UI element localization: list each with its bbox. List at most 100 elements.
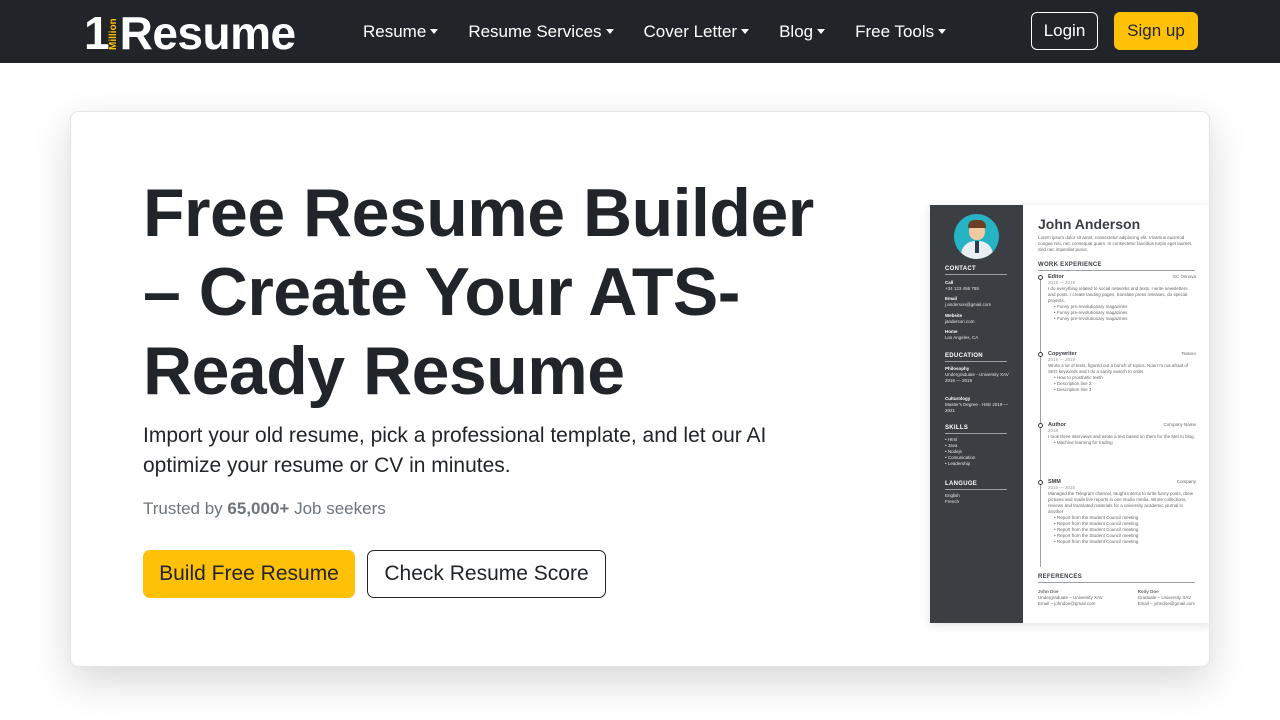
chevron-down-icon	[817, 29, 826, 34]
chevron-down-icon	[430, 29, 439, 34]
resume-job: Copywriter Textero 2019 — 2019 Wrote a l…	[1048, 351, 1196, 393]
skill: • Nodejs	[945, 449, 962, 454]
bullet: • Funny pre-revolutionary magazines	[1054, 310, 1128, 315]
hero-card: Free Resume Builder – Create Your ATS-Re…	[70, 111, 1210, 667]
ref-line: Graduate – University XAV	[1137, 595, 1192, 600]
job-bullets: • How to prosthetic teeth • Description …	[1048, 375, 1196, 393]
job-bullets: • Funny pre-revolutionary magazines • Fu…	[1048, 304, 1196, 322]
avatar-hair	[968, 220, 986, 228]
signup-button[interactable]: Sign up	[1114, 12, 1198, 50]
value: j.anderson@gmail.com	[945, 302, 992, 307]
job-company: Textero	[1181, 351, 1196, 356]
value: +34 123 456 789	[945, 286, 979, 291]
avatar	[954, 214, 999, 259]
ref-line: Undergraduate – University XAV	[1038, 595, 1103, 600]
chevron-down-icon	[605, 29, 614, 34]
bullet: • Report from the Student Council meetin…	[1054, 533, 1139, 538]
nav-item-resume-services[interactable]: Resume Services	[453, 22, 628, 42]
top-navbar: 1 Million Resume Resume Resume Services …	[0, 0, 1280, 63]
skill: • Comunication	[945, 455, 976, 460]
language: English	[945, 493, 960, 498]
value: janderson.com	[945, 319, 975, 324]
resume-skills-list: • Html • Java • Nodejs • Comunication • …	[945, 437, 1015, 467]
resume-intro: Lorem ipsum dolor sit amet, consectetur …	[1038, 235, 1193, 252]
ref-line: Email – johndoe@gmail.com	[1038, 601, 1096, 606]
resume-job: Editor GC Osnova 2019 — 2019 I do everyt…	[1048, 274, 1196, 322]
bullet: • Funny pre-revolutionary magazines	[1054, 316, 1128, 321]
brand-logo[interactable]: 1 Million Resume	[84, 6, 296, 56]
avatar-tie	[975, 241, 979, 253]
nav-item-label: Resume	[363, 21, 427, 41]
job-bullets: • Machine learning for trading	[1048, 440, 1196, 446]
nav-item-cover-letter[interactable]: Cover Letter	[629, 22, 765, 42]
resume-job: Author Company Name 2018 I took three in…	[1048, 422, 1196, 446]
brand-logo-one: 1	[84, 7, 110, 59]
nav-item-free-tools[interactable]: Free Tools	[840, 22, 961, 42]
resume-education-item: Culturology Master's Degree - HSE 2019 — …	[945, 396, 1015, 414]
nav-item-blog[interactable]: Blog	[764, 22, 840, 42]
divider	[945, 489, 1007, 490]
resume-language-heading: LANGUGE	[945, 481, 978, 487]
bullet: • Funny pre-revolutionary magazines	[1054, 304, 1128, 309]
language: French	[945, 499, 960, 504]
resume-language-list: English French	[945, 493, 1015, 505]
skill: • Html	[945, 437, 958, 442]
resume-preview-image: CONTACT Call +34 123 456 789 Email j.ander…	[930, 205, 1209, 623]
nav-item-label: Free Tools	[855, 21, 935, 41]
job-company: Company	[1176, 479, 1196, 484]
resume-education-heading: EDUCATION	[945, 353, 983, 359]
hero-title: Free Resume Builder – Create Your ATS-Re…	[143, 175, 814, 409]
chevron-down-icon	[741, 29, 750, 34]
resume-contact-email: Email j.anderson@gmail.com	[945, 296, 1015, 308]
label: Home	[945, 329, 958, 334]
divider	[1038, 582, 1195, 583]
check-resume-score-button[interactable]: Check Resume Score	[367, 550, 606, 598]
ref-name: John Doe	[1038, 589, 1059, 594]
trust-suffix: Job seekers	[289, 499, 386, 518]
divider	[945, 433, 1007, 434]
timeline-dot	[1038, 352, 1043, 357]
lines: Undergraduate - University XAV 2016 — 20…	[945, 372, 1009, 383]
trust-prefix: Trusted by	[143, 499, 228, 518]
label: Website	[945, 313, 963, 318]
resume-work-heading: WORK EXPERIENCE	[1038, 262, 1102, 268]
resume-contact-home: Home Los Angeles, CA	[945, 329, 1015, 341]
bullet: • Description line 2	[1054, 381, 1092, 386]
resume-main: John Anderson Lorem ipsum dolor sit amet…	[1038, 205, 1198, 623]
divider	[1038, 270, 1195, 271]
bullet: • Report from the Student Council meetin…	[1054, 539, 1139, 544]
timeline-dot	[1038, 480, 1043, 485]
resume-contact-heading: CONTACT	[945, 266, 976, 272]
timeline-dot	[1038, 275, 1043, 280]
resume-skills-heading: SKILLS	[945, 425, 969, 431]
resume-references: John Doe Undergraduate – University XAV Em…	[1038, 589, 1195, 607]
hero-subtitle: Import your old resume, pick a professio…	[143, 424, 767, 477]
timeline-dot	[1038, 423, 1043, 428]
brand-logo-name: Resume	[119, 7, 296, 59]
resume-sidebar: CONTACT Call +34 123 456 789 Email j.ander…	[930, 205, 1023, 623]
divider	[945, 361, 1007, 362]
nav-item-label: Resume Services	[468, 21, 602, 41]
job-bullets: • Report from the Student Council meetin…	[1048, 515, 1196, 545]
brand-logo-million: Million	[107, 18, 119, 50]
build-free-resume-button[interactable]: Build Free Resume	[143, 550, 355, 598]
timeline-line	[1040, 277, 1041, 567]
job-company: GC Osnova	[1172, 274, 1196, 279]
bullet: • Description line 3	[1054, 387, 1092, 392]
bullet: • Report from the Student Council meetin…	[1054, 515, 1139, 520]
job-desc: I do everything related to social networ…	[1048, 286, 1188, 303]
login-button[interactable]: Login	[1031, 12, 1098, 50]
ref-line: Email – johndoe@gmail.com	[1137, 601, 1195, 606]
ref-name: Rody Doe	[1137, 589, 1159, 594]
resume-contact-call: Call +34 123 456 789	[945, 280, 1015, 292]
trust-line: Trusted by 65,000+ Job seekers	[143, 499, 386, 519]
trust-count: 65,000+	[227, 499, 290, 518]
resume-education-item: Philosophy Undergraduate - University XAV…	[945, 366, 1015, 384]
bullet: • Report from the Student Council meetin…	[1054, 527, 1139, 532]
job-company: Company Name	[1163, 422, 1196, 427]
resume-references-heading: REFERENCES	[1038, 574, 1083, 580]
bullet: • How to prosthetic teeth	[1054, 375, 1103, 380]
nav-item-resume[interactable]: Resume	[348, 22, 453, 42]
lines: Master's Degree - HSE 2019 — 2021	[945, 402, 1009, 413]
job-desc: Managed the Telegram channel, taught int…	[1048, 491, 1194, 514]
